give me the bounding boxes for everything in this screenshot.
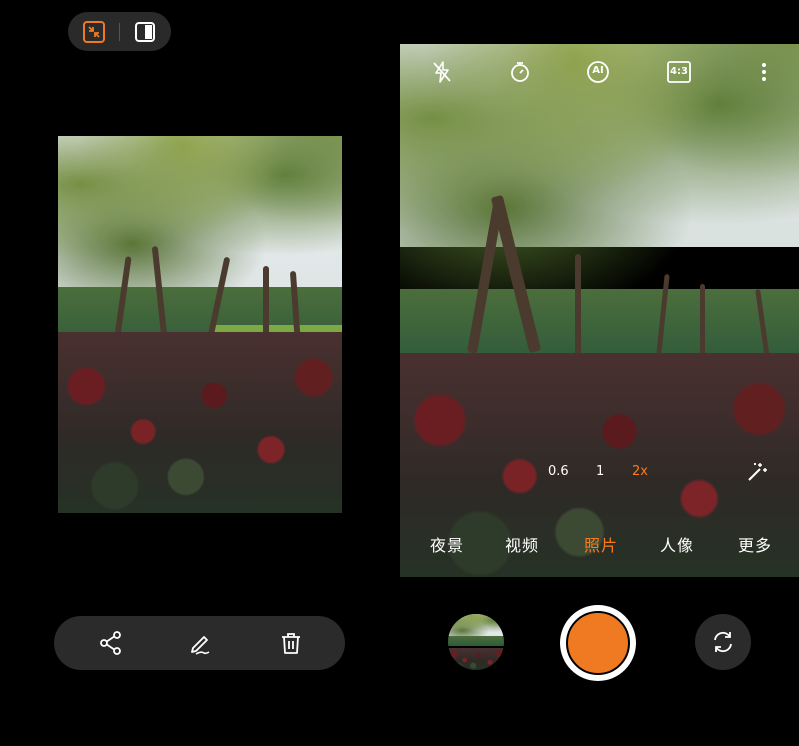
edit-pencil-icon[interactable] xyxy=(187,630,213,656)
mode-night[interactable]: 夜景 xyxy=(430,532,464,556)
aspect-ratio-button[interactable]: 4:3 xyxy=(666,60,692,84)
viewfinder-image xyxy=(400,44,799,577)
aspect-ratio-label: 4:3 xyxy=(670,66,688,77)
ai-label: AI xyxy=(592,65,604,76)
camera-viewfinder[interactable]: AI 4:3 0.6 1 2x 夜景 视频 照片 人像 更多 xyxy=(400,44,799,577)
camera-top-bar: AI 4:3 xyxy=(400,56,799,88)
photo-image xyxy=(58,136,342,513)
preview-action-bar xyxy=(54,616,345,670)
gallery-thumbnail[interactable] xyxy=(448,614,504,670)
mode-video[interactable]: 视频 xyxy=(505,532,539,556)
switch-camera-button[interactable] xyxy=(695,614,751,670)
flash-off-icon[interactable] xyxy=(430,60,454,84)
mode-photo[interactable]: 照片 xyxy=(584,532,618,556)
mode-portrait[interactable]: 人像 xyxy=(660,532,694,556)
trash-icon[interactable] xyxy=(278,630,304,656)
shutter-button-inner xyxy=(566,611,630,675)
ai-icon[interactable]: AI xyxy=(586,60,610,84)
photo-preview[interactable] xyxy=(58,136,342,513)
split-mode-toggle xyxy=(68,12,171,51)
shutter-button[interactable] xyxy=(560,605,636,681)
divider xyxy=(119,23,120,41)
collapse-arrows-icon[interactable] xyxy=(82,20,106,44)
split-layout-icon[interactable] xyxy=(133,20,157,44)
share-icon[interactable] xyxy=(98,630,124,656)
magic-wand-icon[interactable] xyxy=(746,461,768,483)
more-vertical-icon[interactable] xyxy=(752,60,776,84)
camera-switch-icon xyxy=(714,631,732,653)
zoom-0-6[interactable]: 0.6 xyxy=(548,464,569,479)
zoom-1[interactable]: 1 xyxy=(596,464,604,479)
timer-icon[interactable] xyxy=(508,60,532,84)
zoom-2x[interactable]: 2x xyxy=(632,464,648,479)
thumbnail-image xyxy=(448,614,504,670)
mode-more[interactable]: 更多 xyxy=(738,532,772,556)
